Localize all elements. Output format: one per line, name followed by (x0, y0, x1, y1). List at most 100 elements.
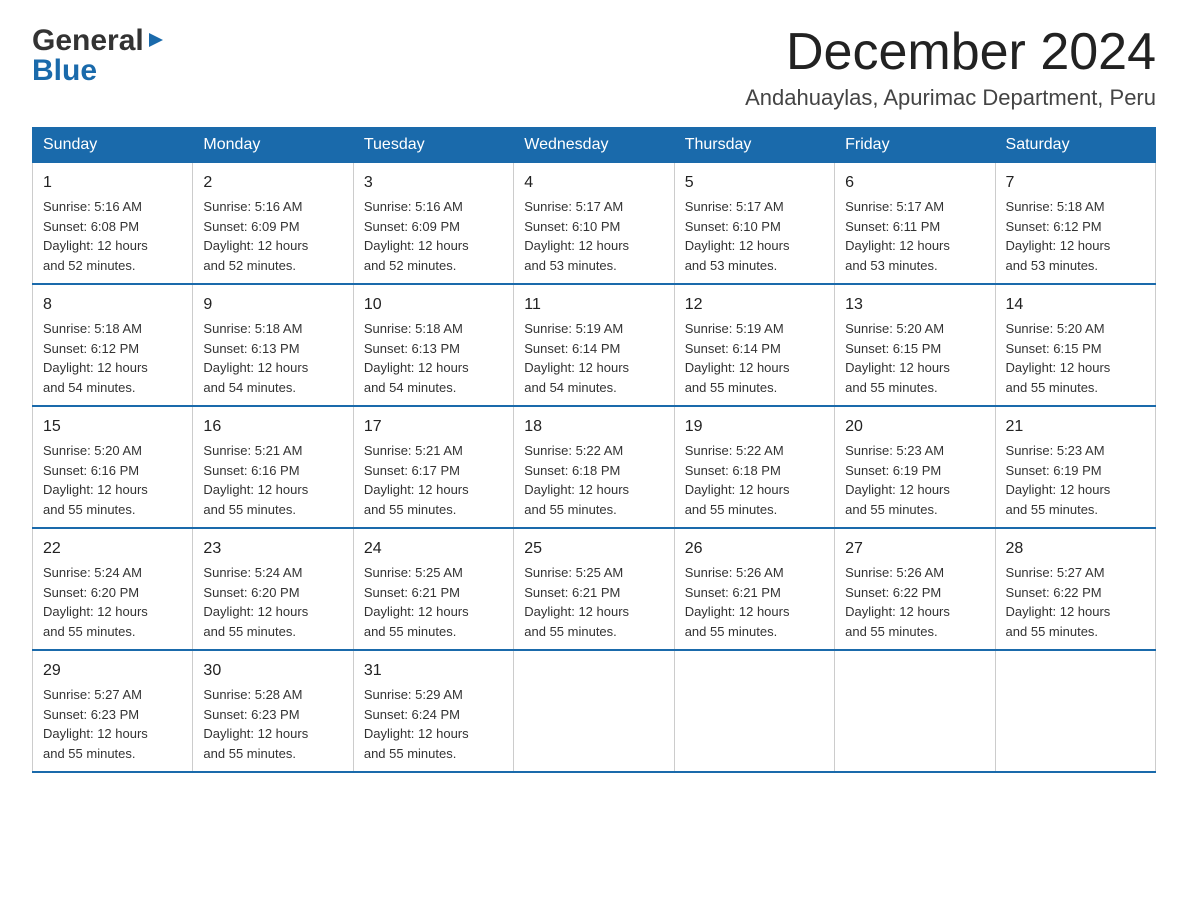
calendar-day-empty (835, 650, 995, 772)
day-info: Sunrise: 5:23 AMSunset: 6:19 PMDaylight:… (1006, 443, 1111, 517)
calendar-week-row: 1 Sunrise: 5:16 AMSunset: 6:08 PMDayligh… (33, 163, 1156, 285)
day-info: Sunrise: 5:25 AMSunset: 6:21 PMDaylight:… (524, 565, 629, 639)
calendar-day-24: 24 Sunrise: 5:25 AMSunset: 6:21 PMDaylig… (353, 528, 513, 650)
day-number: 21 (1006, 415, 1145, 439)
calendar-day-7: 7 Sunrise: 5:18 AMSunset: 6:12 PMDayligh… (995, 163, 1155, 285)
day-number: 22 (43, 537, 182, 561)
day-info: Sunrise: 5:17 AMSunset: 6:11 PMDaylight:… (845, 199, 950, 273)
day-info: Sunrise: 5:22 AMSunset: 6:18 PMDaylight:… (685, 443, 790, 517)
day-number: 1 (43, 171, 182, 195)
header-sunday: Sunday (33, 128, 193, 163)
logo-general-text: General (32, 24, 144, 58)
calendar-table: SundayMondayTuesdayWednesdayThursdayFrid… (32, 127, 1156, 773)
calendar-day-14: 14 Sunrise: 5:20 AMSunset: 6:15 PMDaylig… (995, 284, 1155, 406)
day-info: Sunrise: 5:21 AMSunset: 6:17 PMDaylight:… (364, 443, 469, 517)
calendar-week-row: 22 Sunrise: 5:24 AMSunset: 6:20 PMDaylig… (33, 528, 1156, 650)
day-number: 26 (685, 537, 824, 561)
day-number: 27 (845, 537, 984, 561)
calendar-week-row: 8 Sunrise: 5:18 AMSunset: 6:12 PMDayligh… (33, 284, 1156, 406)
calendar-day-22: 22 Sunrise: 5:24 AMSunset: 6:20 PMDaylig… (33, 528, 193, 650)
day-number: 19 (685, 415, 824, 439)
calendar-day-6: 6 Sunrise: 5:17 AMSunset: 6:11 PMDayligh… (835, 163, 995, 285)
calendar-day-8: 8 Sunrise: 5:18 AMSunset: 6:12 PMDayligh… (33, 284, 193, 406)
logo: General Blue (32, 24, 165, 88)
calendar-day-31: 31 Sunrise: 5:29 AMSunset: 6:24 PMDaylig… (353, 650, 513, 772)
day-info: Sunrise: 5:23 AMSunset: 6:19 PMDaylight:… (845, 443, 950, 517)
day-info: Sunrise: 5:18 AMSunset: 6:12 PMDaylight:… (43, 321, 148, 395)
header-wednesday: Wednesday (514, 128, 674, 163)
logo-arrow-icon (144, 31, 165, 51)
day-number: 10 (364, 293, 503, 317)
day-number: 20 (845, 415, 984, 439)
day-number: 5 (685, 171, 824, 195)
month-title: December 2024 (745, 24, 1156, 81)
day-info: Sunrise: 5:22 AMSunset: 6:18 PMDaylight:… (524, 443, 629, 517)
day-number: 23 (203, 537, 342, 561)
header-thursday: Thursday (674, 128, 834, 163)
day-info: Sunrise: 5:17 AMSunset: 6:10 PMDaylight:… (685, 199, 790, 273)
day-number: 31 (364, 659, 503, 683)
day-number: 7 (1006, 171, 1145, 195)
day-info: Sunrise: 5:16 AMSunset: 6:09 PMDaylight:… (203, 199, 308, 273)
calendar-day-19: 19 Sunrise: 5:22 AMSunset: 6:18 PMDaylig… (674, 406, 834, 528)
calendar-week-row: 15 Sunrise: 5:20 AMSunset: 6:16 PMDaylig… (33, 406, 1156, 528)
page-header: General Blue December 2024 Andahuaylas, … (32, 24, 1156, 111)
day-info: Sunrise: 5:18 AMSunset: 6:13 PMDaylight:… (203, 321, 308, 395)
calendar-day-11: 11 Sunrise: 5:19 AMSunset: 6:14 PMDaylig… (514, 284, 674, 406)
title-section: December 2024 Andahuaylas, Apurimac Depa… (745, 24, 1156, 111)
calendar-day-30: 30 Sunrise: 5:28 AMSunset: 6:23 PMDaylig… (193, 650, 353, 772)
day-info: Sunrise: 5:16 AMSunset: 6:08 PMDaylight:… (43, 199, 148, 273)
calendar-day-4: 4 Sunrise: 5:17 AMSunset: 6:10 PMDayligh… (514, 163, 674, 285)
location-subtitle: Andahuaylas, Apurimac Department, Peru (745, 85, 1156, 111)
day-info: Sunrise: 5:19 AMSunset: 6:14 PMDaylight:… (685, 321, 790, 395)
day-info: Sunrise: 5:28 AMSunset: 6:23 PMDaylight:… (203, 687, 308, 761)
day-info: Sunrise: 5:25 AMSunset: 6:21 PMDaylight:… (364, 565, 469, 639)
calendar-day-12: 12 Sunrise: 5:19 AMSunset: 6:14 PMDaylig… (674, 284, 834, 406)
calendar-day-27: 27 Sunrise: 5:26 AMSunset: 6:22 PMDaylig… (835, 528, 995, 650)
calendar-header-row: SundayMondayTuesdayWednesdayThursdayFrid… (33, 128, 1156, 163)
calendar-day-10: 10 Sunrise: 5:18 AMSunset: 6:13 PMDaylig… (353, 284, 513, 406)
day-info: Sunrise: 5:27 AMSunset: 6:23 PMDaylight:… (43, 687, 148, 761)
day-number: 6 (845, 171, 984, 195)
day-info: Sunrise: 5:26 AMSunset: 6:22 PMDaylight:… (845, 565, 950, 639)
calendar-day-5: 5 Sunrise: 5:17 AMSunset: 6:10 PMDayligh… (674, 163, 834, 285)
day-info: Sunrise: 5:17 AMSunset: 6:10 PMDaylight:… (524, 199, 629, 273)
calendar-day-17: 17 Sunrise: 5:21 AMSunset: 6:17 PMDaylig… (353, 406, 513, 528)
calendar-day-29: 29 Sunrise: 5:27 AMSunset: 6:23 PMDaylig… (33, 650, 193, 772)
day-info: Sunrise: 5:24 AMSunset: 6:20 PMDaylight:… (43, 565, 148, 639)
calendar-day-empty (995, 650, 1155, 772)
header-friday: Friday (835, 128, 995, 163)
header-monday: Monday (193, 128, 353, 163)
day-number: 3 (364, 171, 503, 195)
day-number: 14 (1006, 293, 1145, 317)
calendar-day-13: 13 Sunrise: 5:20 AMSunset: 6:15 PMDaylig… (835, 284, 995, 406)
day-info: Sunrise: 5:29 AMSunset: 6:24 PMDaylight:… (364, 687, 469, 761)
day-number: 15 (43, 415, 182, 439)
calendar-day-9: 9 Sunrise: 5:18 AMSunset: 6:13 PMDayligh… (193, 284, 353, 406)
calendar-day-28: 28 Sunrise: 5:27 AMSunset: 6:22 PMDaylig… (995, 528, 1155, 650)
day-info: Sunrise: 5:16 AMSunset: 6:09 PMDaylight:… (364, 199, 469, 273)
header-saturday: Saturday (995, 128, 1155, 163)
calendar-day-1: 1 Sunrise: 5:16 AMSunset: 6:08 PMDayligh… (33, 163, 193, 285)
calendar-day-15: 15 Sunrise: 5:20 AMSunset: 6:16 PMDaylig… (33, 406, 193, 528)
day-number: 4 (524, 171, 663, 195)
day-number: 17 (364, 415, 503, 439)
calendar-day-16: 16 Sunrise: 5:21 AMSunset: 6:16 PMDaylig… (193, 406, 353, 528)
day-number: 13 (845, 293, 984, 317)
day-number: 18 (524, 415, 663, 439)
day-info: Sunrise: 5:21 AMSunset: 6:16 PMDaylight:… (203, 443, 308, 517)
day-info: Sunrise: 5:27 AMSunset: 6:22 PMDaylight:… (1006, 565, 1111, 639)
day-info: Sunrise: 5:24 AMSunset: 6:20 PMDaylight:… (203, 565, 308, 639)
calendar-day-empty (514, 650, 674, 772)
day-number: 30 (203, 659, 342, 683)
calendar-day-20: 20 Sunrise: 5:23 AMSunset: 6:19 PMDaylig… (835, 406, 995, 528)
calendar-day-21: 21 Sunrise: 5:23 AMSunset: 6:19 PMDaylig… (995, 406, 1155, 528)
calendar-day-2: 2 Sunrise: 5:16 AMSunset: 6:09 PMDayligh… (193, 163, 353, 285)
calendar-day-18: 18 Sunrise: 5:22 AMSunset: 6:18 PMDaylig… (514, 406, 674, 528)
day-info: Sunrise: 5:18 AMSunset: 6:12 PMDaylight:… (1006, 199, 1111, 273)
day-number: 9 (203, 293, 342, 317)
calendar-day-25: 25 Sunrise: 5:25 AMSunset: 6:21 PMDaylig… (514, 528, 674, 650)
calendar-day-empty (674, 650, 834, 772)
calendar-day-23: 23 Sunrise: 5:24 AMSunset: 6:20 PMDaylig… (193, 528, 353, 650)
day-number: 24 (364, 537, 503, 561)
